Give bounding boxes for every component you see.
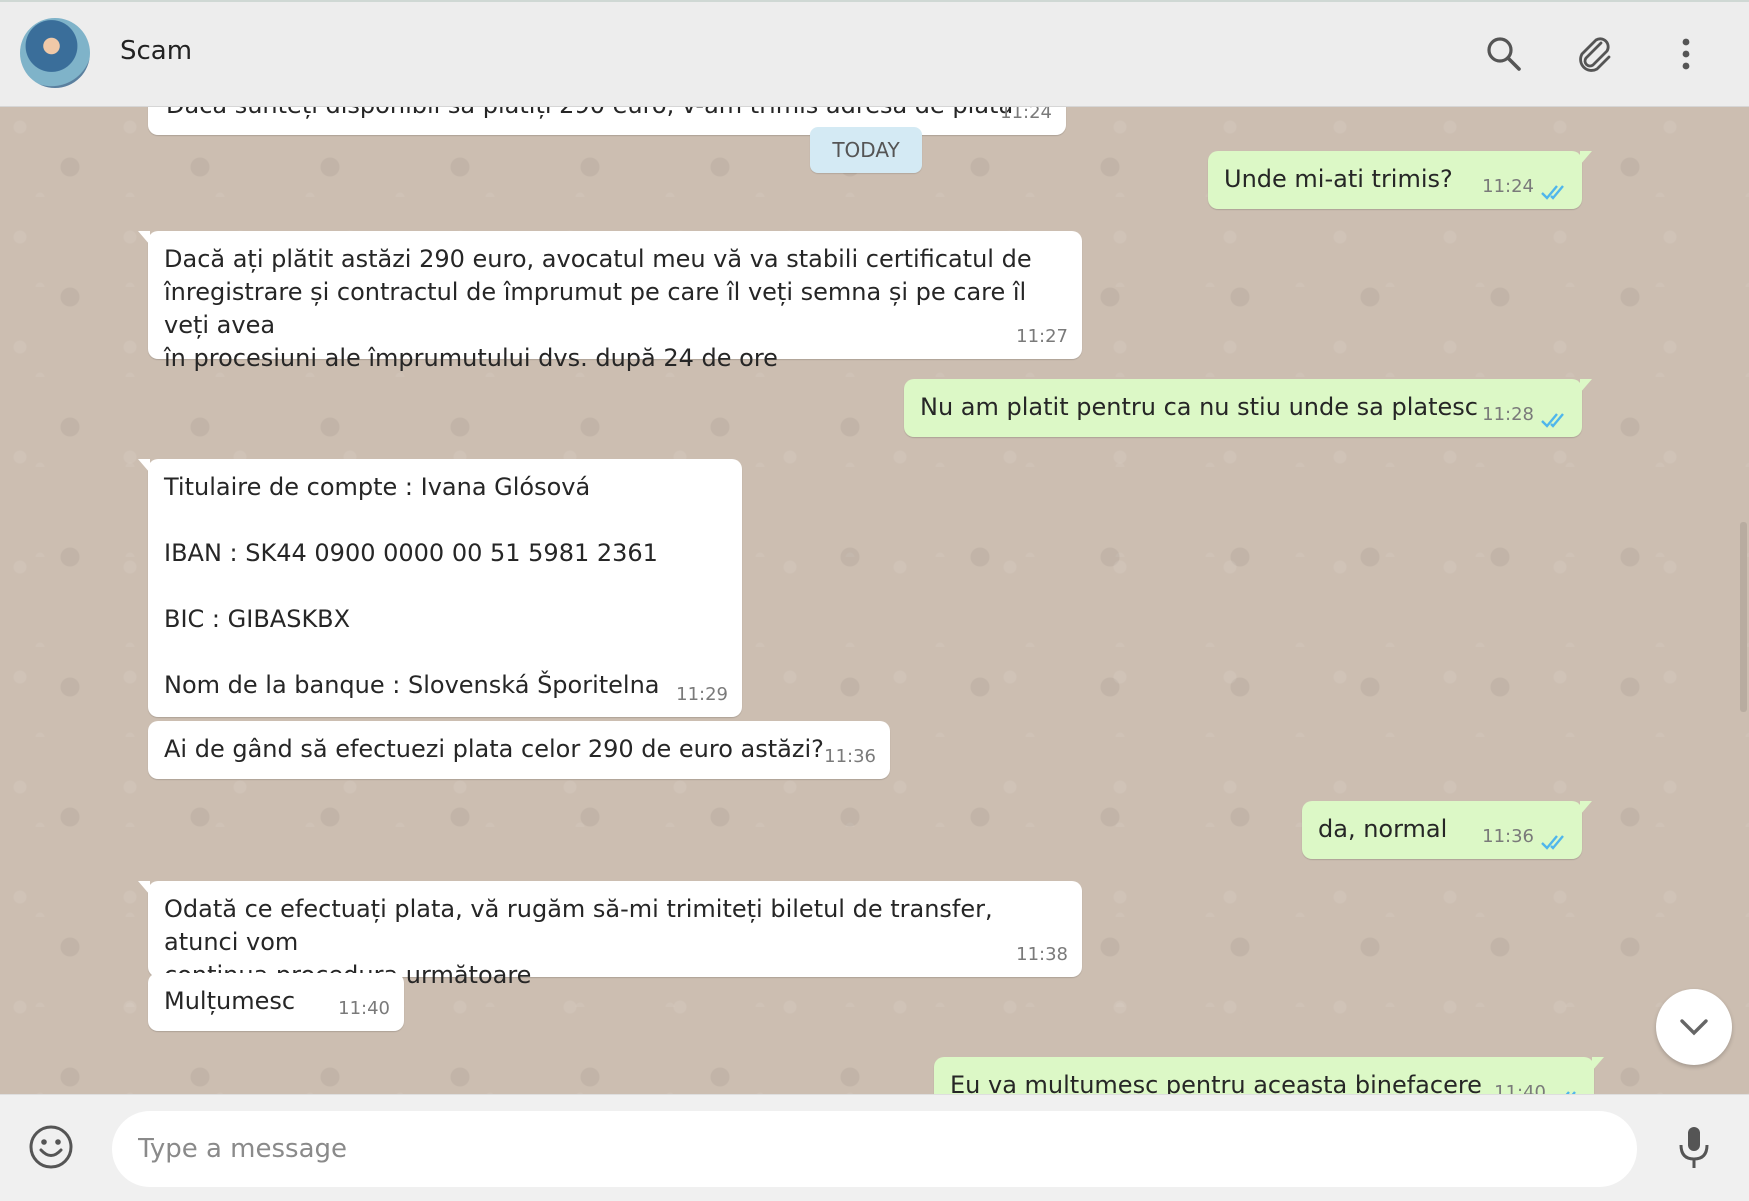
- message-time: 11:29: [676, 684, 728, 705]
- message-text: Dacă sunteți disponibil să plătiți 290 e…: [166, 107, 1013, 122]
- emoji-icon[interactable]: [25, 1121, 77, 1173]
- message-line: Nom de la banque : Slovenská Šporitelna: [164, 671, 660, 699]
- message-incoming[interactable]: Odată ce efectuați plata, vă rugăm să-mi…: [138, 881, 1082, 989]
- message-text: Nu am platit pentru ca nu stiu unde sa p…: [920, 393, 1478, 421]
- message-incoming[interactable]: Dacă sunteți disponibil să plătiți 290 e…: [148, 107, 1066, 135]
- chat-scrollbar[interactable]: [1740, 522, 1747, 712]
- message-time: 11:27: [1016, 326, 1068, 347]
- message-time: 11:24: [1000, 107, 1052, 123]
- message-time: 11:36: [1482, 826, 1534, 847]
- message-time: 11:36: [824, 746, 876, 767]
- message-outgoing[interactable]: Nu am platit pentru ca nu stiu unde sa p…: [904, 379, 1592, 437]
- message-outgoing[interactable]: da, normal 11:36: [1302, 801, 1592, 859]
- contact-avatar[interactable]: [20, 18, 90, 88]
- message-line: Dacă ați plătit astăzi 290 euro, avocatu…: [164, 245, 1032, 273]
- chevron-down-icon: [1680, 1019, 1708, 1036]
- bubble-tail: [138, 459, 150, 473]
- message-outgoing[interactable]: Eu va multumesc pentru aceasta binefacer…: [934, 1057, 1604, 1094]
- message-text: Unde mi-ati trimis?: [1224, 165, 1453, 193]
- bubble-tail: [1580, 379, 1592, 393]
- message-incoming[interactable]: Ai de gând să efectuezi plata celor 290 …: [148, 721, 890, 779]
- message-time: 11:40: [338, 998, 390, 1019]
- message-incoming[interactable]: Titulaire de compte : Ivana Glósová IBAN…: [138, 459, 742, 717]
- composer-bar: [0, 1094, 1749, 1201]
- message-line: în procesiuni ale împrumutului dvs. după…: [164, 344, 778, 372]
- bubble-tail: [138, 231, 150, 245]
- message-time: 11:38: [1016, 944, 1068, 965]
- message-text: Mulțumesc: [164, 987, 296, 1015]
- search-icon[interactable]: [1482, 32, 1526, 76]
- chat-header: Scam: [0, 0, 1749, 107]
- message-time: 11:24: [1482, 176, 1534, 197]
- message-line: IBAN : SK44 0900 0000 00 51 5981 2361: [164, 539, 658, 567]
- read-ticks-icon: [1541, 835, 1564, 850]
- message-text: da, normal: [1318, 815, 1448, 843]
- message-line: Titulaire de compte : Ivana Glósová: [164, 473, 591, 501]
- bubble-tail: [1580, 801, 1592, 815]
- bubble-tail: [1580, 151, 1592, 165]
- message-text: Ai de gând să efectuezi plata celor 290 …: [164, 735, 824, 763]
- bubble-tail: [138, 881, 150, 895]
- message-input[interactable]: [112, 1111, 1637, 1187]
- chat-title[interactable]: Scam: [120, 36, 192, 66]
- menu-icon[interactable]: [1664, 32, 1708, 76]
- message-text: Eu va multumesc pentru aceasta binefacer…: [950, 1071, 1482, 1094]
- message-incoming[interactable]: Dacă ați plătit astăzi 290 euro, avocatu…: [138, 231, 1082, 372]
- message-time: 11:28: [1482, 404, 1534, 425]
- scroll-down-button[interactable]: [1656, 989, 1732, 1065]
- message-time: 11:40: [1494, 1082, 1546, 1094]
- message-line: Odată ce efectuați plata, vă rugăm să-mi…: [164, 895, 993, 956]
- message-outgoing[interactable]: Unde mi-ati trimis? 11:24: [1208, 151, 1592, 209]
- paperclip-icon[interactable]: [1572, 32, 1616, 76]
- bubble-tail: [1592, 1057, 1604, 1071]
- read-ticks-icon: [1541, 185, 1564, 200]
- message-line: înregistrare și contractul de împrumut p…: [164, 278, 1027, 339]
- microphone-icon[interactable]: [1668, 1121, 1720, 1173]
- read-ticks-icon: [1541, 413, 1564, 428]
- chat-panel[interactable]: Dacă sunteți disponibil să plătiți 290 e…: [0, 107, 1749, 1094]
- day-divider: TODAY: [810, 127, 922, 173]
- message-line: BIC : GIBASKBX: [164, 605, 351, 633]
- message-incoming[interactable]: Mulțumesc 11:40: [148, 973, 404, 1031]
